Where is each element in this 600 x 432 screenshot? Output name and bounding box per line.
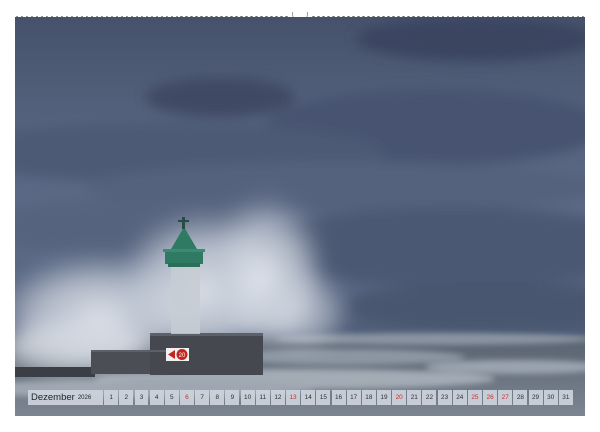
day-cell: 29 [528, 390, 543, 405]
day-cell: 11 [255, 390, 270, 405]
pier-sign: 20 [166, 348, 189, 361]
day-cell: 18 [361, 390, 376, 405]
calendar-strip: Dezember 2026 1 2 3 4 5 6 7 8 9 10 11 12 13 14 15 16 17 1… [28, 390, 573, 405]
day-cell: 2 [119, 390, 134, 405]
day-cell: 14 [301, 390, 316, 405]
day-cell: 4 [149, 390, 164, 405]
day-cell: 19 [377, 390, 391, 405]
day-cell: 5 [164, 390, 179, 405]
day-cell: 23 [437, 390, 452, 405]
day-cell: 12 [270, 390, 285, 405]
day-cell: 7 [195, 390, 210, 405]
sign-number: 20 [179, 353, 186, 359]
day-cell: 25 [467, 390, 482, 405]
day-cell: 16 [331, 390, 346, 405]
day-cell: 17 [346, 390, 361, 405]
wall-calendar-page: 20 Dezember 2026 1 2 3 4 5 6 7 8 9 10 11 12 13 14 15 16… [0, 0, 600, 432]
photo-illustration: 20 [15, 17, 585, 416]
day-cell: 28 [513, 390, 528, 405]
day-cell: 22 [422, 390, 437, 405]
day-cell: 15 [316, 390, 331, 405]
year-label: 2026 [77, 394, 92, 401]
day-cell: 9 [225, 390, 240, 405]
month-label-box: Dezember 2026 [28, 390, 103, 405]
day-cell: 30 [543, 390, 558, 405]
day-cell: 1 [104, 390, 119, 405]
day-cell: 24 [452, 390, 467, 405]
day-cell: 6 [179, 390, 194, 405]
lighthouse-storm-photo: 20 [15, 17, 585, 416]
day-cell: 13 [286, 390, 301, 405]
month-name: Dezember [31, 392, 75, 403]
day-cell: 31 [558, 390, 573, 405]
day-cell: 3 [134, 390, 149, 405]
day-cell: 27 [498, 390, 513, 405]
day-cell: 8 [210, 390, 225, 405]
day-cell: 10 [240, 390, 255, 405]
day-cell: 26 [483, 390, 498, 405]
day-cell: 20 [392, 390, 407, 405]
day-cell: 21 [407, 390, 422, 405]
